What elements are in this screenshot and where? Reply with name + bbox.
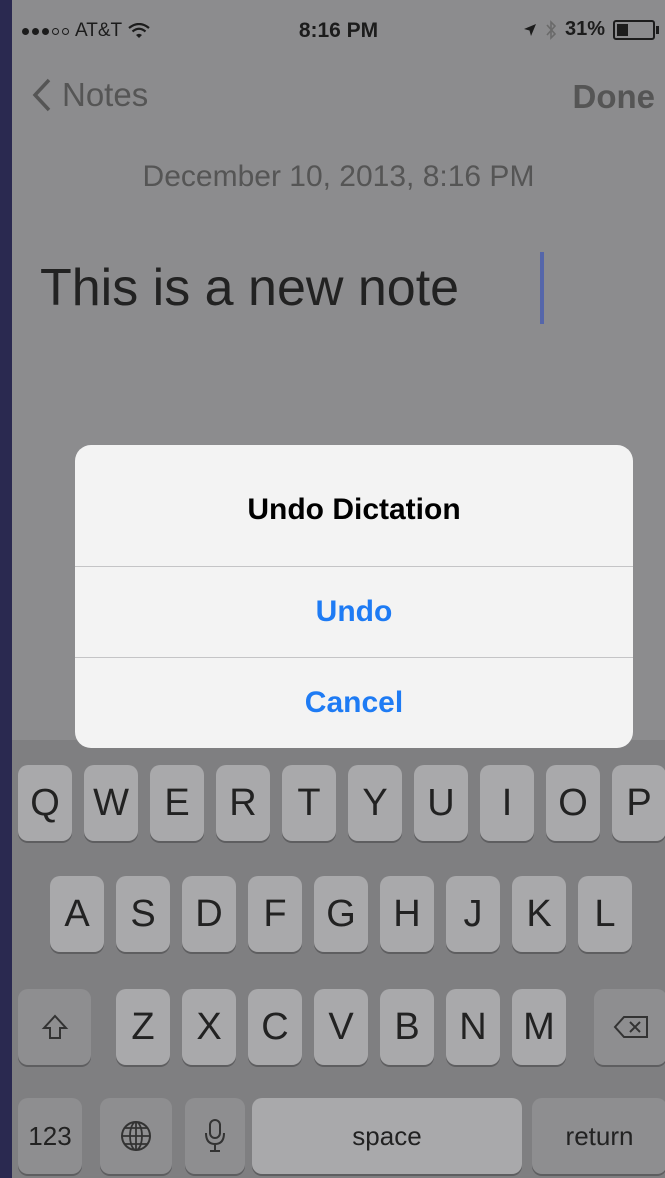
key-u[interactable]: U bbox=[414, 765, 468, 841]
status-right: 31% bbox=[523, 18, 659, 41]
key-y[interactable]: Y bbox=[348, 765, 402, 841]
note-body[interactable]: This is a new note bbox=[40, 258, 459, 318]
key-q[interactable]: Q bbox=[18, 765, 72, 841]
alert-title: Undo Dictation bbox=[247, 493, 461, 526]
key-c[interactable]: C bbox=[248, 989, 302, 1065]
location-icon bbox=[523, 23, 536, 36]
phone-screen: AT&T 8:16 PM 31% Notes Done December 10,… bbox=[12, 0, 665, 1178]
key-f[interactable]: F bbox=[248, 876, 302, 952]
key-h[interactable]: H bbox=[380, 876, 434, 952]
key-p[interactable]: P bbox=[612, 765, 665, 841]
globe-icon bbox=[121, 1121, 151, 1151]
keyboard: QWERTYUIOP ASDFGHJKL ZXCVBNM 123 space r… bbox=[12, 740, 665, 1178]
key-e[interactable]: E bbox=[150, 765, 204, 841]
key-d[interactable]: D bbox=[182, 876, 236, 952]
key-x[interactable]: X bbox=[182, 989, 236, 1065]
cancel-button[interactable]: Cancel bbox=[75, 658, 633, 748]
key-l[interactable]: L bbox=[578, 876, 632, 952]
back-button[interactable]: Notes bbox=[32, 76, 148, 114]
key-m[interactable]: M bbox=[512, 989, 566, 1065]
bluetooth-icon bbox=[546, 19, 557, 40]
key-w[interactable]: W bbox=[84, 765, 138, 841]
note-date: December 10, 2013, 8:16 PM bbox=[142, 160, 535, 193]
microphone-icon bbox=[205, 1119, 225, 1152]
status-bar: AT&T 8:16 PM 31% bbox=[12, 0, 665, 62]
delete-key[interactable] bbox=[594, 989, 665, 1065]
backspace-icon bbox=[613, 1016, 648, 1038]
key-t[interactable]: T bbox=[282, 765, 336, 841]
key-g[interactable]: G bbox=[314, 876, 368, 952]
undo-button[interactable]: Undo bbox=[75, 567, 633, 657]
back-label: Notes bbox=[62, 76, 149, 113]
battery-percent: 31% bbox=[564, 18, 605, 40]
key-o[interactable]: O bbox=[546, 765, 600, 841]
shift-icon bbox=[41, 1014, 68, 1039]
key-s[interactable]: S bbox=[116, 876, 170, 952]
globe-key[interactable] bbox=[100, 1098, 172, 1174]
return-key[interactable]: return bbox=[532, 1098, 665, 1174]
chevron-left-icon bbox=[32, 78, 51, 112]
key-n[interactable]: N bbox=[446, 989, 500, 1065]
text-cursor bbox=[540, 252, 544, 324]
dictation-key[interactable] bbox=[185, 1098, 245, 1174]
undo-dictation-alert: Undo Dictation Undo Cancel bbox=[75, 445, 633, 748]
space-key[interactable]: space bbox=[252, 1098, 522, 1174]
key-r[interactable]: R bbox=[216, 765, 270, 841]
key-j[interactable]: J bbox=[446, 876, 500, 952]
key-z[interactable]: Z bbox=[116, 989, 170, 1065]
key-v[interactable]: V bbox=[314, 989, 368, 1065]
done-button[interactable]: Done bbox=[573, 78, 656, 116]
battery-icon bbox=[613, 19, 659, 40]
shift-key[interactable] bbox=[18, 989, 91, 1065]
key-b[interactable]: B bbox=[380, 989, 434, 1065]
key-k[interactable]: K bbox=[512, 876, 566, 952]
numbers-key[interactable]: 123 bbox=[18, 1098, 82, 1174]
key-a[interactable]: A bbox=[50, 876, 104, 952]
key-i[interactable]: I bbox=[480, 765, 534, 841]
